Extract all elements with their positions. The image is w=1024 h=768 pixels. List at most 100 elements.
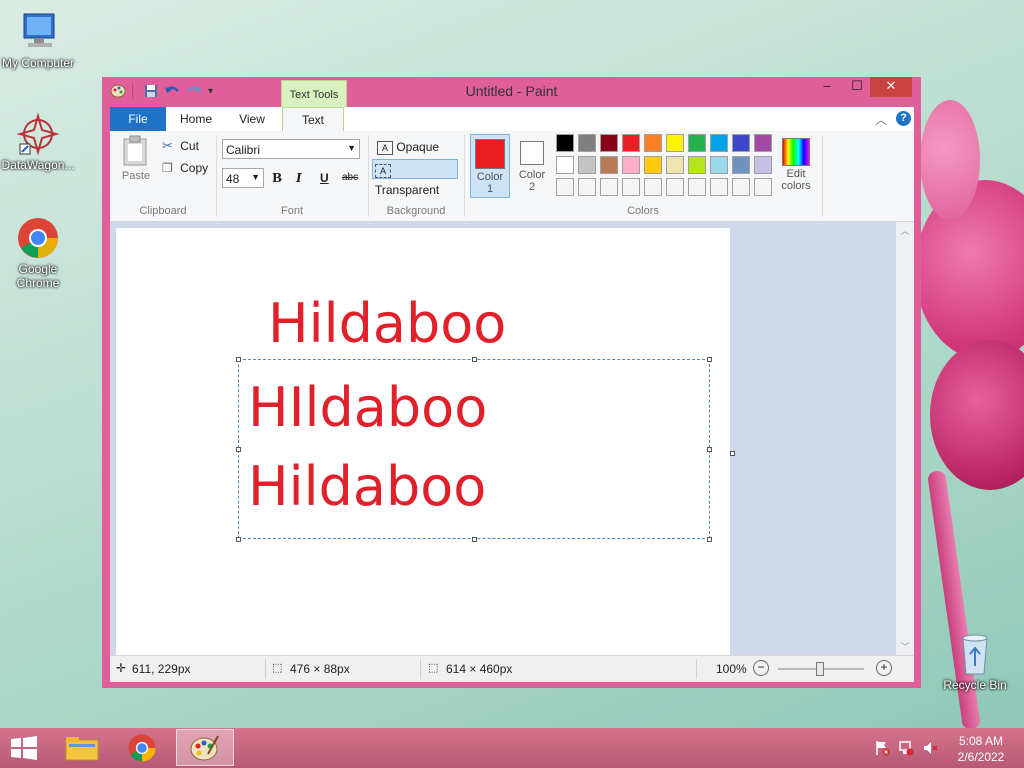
selection-handle[interactable] xyxy=(707,357,712,362)
canvas-resize-handle[interactable] xyxy=(730,451,735,456)
tab-home[interactable]: Home xyxy=(170,107,222,131)
palette-swatch[interactable] xyxy=(732,156,750,174)
palette-swatch[interactable] xyxy=(600,178,618,196)
edit-colors-button[interactable]: Edit colors xyxy=(776,134,816,198)
color1-button[interactable]: Color 1 xyxy=(470,134,510,198)
bold-button[interactable]: B xyxy=(272,171,282,185)
font-family-dropdown[interactable]: Calibri ▼ xyxy=(222,139,360,159)
scissors-icon: ✂ xyxy=(162,138,173,153)
underline-button[interactable]: U xyxy=(320,171,329,185)
window-title: Untitled - Paint xyxy=(465,83,558,99)
selection-handle[interactable] xyxy=(472,357,477,362)
selection-handle[interactable] xyxy=(236,537,241,542)
palette-swatch[interactable] xyxy=(688,134,706,152)
zoom-out-button[interactable]: − xyxy=(753,660,769,676)
colors-group-label: Colors xyxy=(627,205,659,217)
palette-swatch[interactable] xyxy=(666,156,684,174)
clock-date[interactable]: 2/6/2022 xyxy=(946,750,1016,764)
desktop-icon-google-chrome[interactable]: Google Chrome xyxy=(0,216,76,290)
taskbar-paint[interactable] xyxy=(176,729,234,766)
transparent-button[interactable]: A Transparent xyxy=(372,159,458,197)
opaque-button[interactable]: A Opaque xyxy=(374,137,442,157)
italic-button[interactable]: I xyxy=(296,171,302,185)
selection-handle[interactable] xyxy=(707,447,712,452)
paste-label: Paste xyxy=(121,170,151,182)
palette-swatch[interactable] xyxy=(644,134,662,152)
selection-handle[interactable] xyxy=(472,537,477,542)
palette-swatch[interactable] xyxy=(556,134,574,152)
network-icon[interactable] xyxy=(898,740,914,756)
maximize-button[interactable]: ☐ xyxy=(842,77,872,97)
palette-swatch[interactable] xyxy=(754,156,772,174)
paste-button[interactable]: Paste xyxy=(116,135,156,191)
font-size-dropdown[interactable]: 48 ▼ xyxy=(222,168,264,188)
tab-text[interactable]: Text xyxy=(282,107,344,132)
ribbon-tab-strip: File Home View Text ︿ ? xyxy=(110,107,914,132)
palette-swatch[interactable] xyxy=(578,156,596,174)
canvas-viewport[interactable]: Hildaboo HIldaboo Hildaboo ︿ ﹀ xyxy=(110,222,914,655)
palette-swatch[interactable] xyxy=(622,178,640,196)
selection-handle[interactable] xyxy=(707,537,712,542)
image-size-icon: ⬚ xyxy=(428,662,439,674)
tab-view[interactable]: View xyxy=(226,107,278,131)
close-button[interactable]: ✕ xyxy=(870,77,912,97)
paste-icon xyxy=(123,135,147,166)
minimize-button[interactable]: – xyxy=(812,77,842,97)
datawagon-icon xyxy=(16,112,60,156)
action-center-flag-icon[interactable] xyxy=(874,740,890,756)
zoom-slider[interactable] xyxy=(778,662,864,676)
scroll-down-icon[interactable]: ﹀ xyxy=(896,640,914,653)
palette-swatch[interactable] xyxy=(732,134,750,152)
palette-swatch[interactable] xyxy=(556,156,574,174)
font-group-label: Font xyxy=(280,205,303,217)
palette-swatch[interactable] xyxy=(754,134,772,152)
desktop-icon-datawagon[interactable]: DataWagon... xyxy=(0,112,76,172)
zoom-in-button[interactable]: + xyxy=(876,660,892,676)
help-icon[interactable]: ? xyxy=(896,111,911,126)
palette-swatch[interactable] xyxy=(688,156,706,174)
scroll-up-icon[interactable]: ︿ xyxy=(896,224,914,237)
text-selection-box[interactable] xyxy=(238,359,710,539)
palette-swatch[interactable] xyxy=(710,156,728,174)
desktop-icon-label: DataWagon... xyxy=(1,158,75,172)
palette-swatch[interactable] xyxy=(578,134,596,152)
desktop-icon-my-computer[interactable]: My Computer xyxy=(0,10,76,70)
palette-swatch[interactable] xyxy=(622,134,640,152)
minimize-ribbon-icon[interactable]: ︿ xyxy=(875,111,887,128)
palette-swatch[interactable] xyxy=(600,134,618,152)
palette-swatch[interactable] xyxy=(644,156,662,174)
palette-swatch[interactable] xyxy=(556,178,574,196)
cut-button[interactable]: ✂ Cut xyxy=(162,137,199,155)
selection-handle[interactable] xyxy=(236,447,241,452)
palette-swatch[interactable] xyxy=(666,178,684,196)
palette-swatch[interactable] xyxy=(666,134,684,152)
taskbar-chrome[interactable] xyxy=(118,730,166,766)
palette-swatch[interactable] xyxy=(732,178,750,196)
palette-swatch[interactable] xyxy=(710,134,728,152)
zoom-slider-thumb[interactable] xyxy=(816,662,824,676)
clock-time[interactable]: 5:08 AM xyxy=(946,734,1016,748)
strikethrough-button[interactable]: abc xyxy=(342,172,358,183)
taskbar-file-explorer[interactable] xyxy=(58,730,106,766)
palette-swatch[interactable] xyxy=(644,178,662,196)
copy-button[interactable]: ❐ Copy xyxy=(162,159,208,177)
drawing-canvas[interactable]: Hildaboo HIldaboo Hildaboo xyxy=(116,228,730,655)
palette-swatch[interactable] xyxy=(578,178,596,196)
opaque-label: Opaque xyxy=(396,140,440,154)
transparent-icon: A xyxy=(375,164,391,178)
selection-handle[interactable] xyxy=(236,357,241,362)
desktop-icon-recycle-bin[interactable]: Recycle Bin xyxy=(937,632,1013,692)
color2-button[interactable]: Color 2 xyxy=(512,134,552,198)
volume-muted-icon[interactable] xyxy=(922,740,938,756)
palette-swatch[interactable] xyxy=(622,156,640,174)
palette-swatch[interactable] xyxy=(754,178,772,196)
palette-swatch[interactable] xyxy=(688,178,706,196)
palette-swatch[interactable] xyxy=(600,156,618,174)
start-button[interactable] xyxy=(6,734,42,762)
vertical-scrollbar[interactable]: ︿ ﹀ xyxy=(896,222,914,655)
tab-file[interactable]: File xyxy=(110,107,166,131)
color2-swatch xyxy=(520,141,544,165)
title-bar[interactable]: ▾ Text Tools Untitled - Paint – ☐ ✕ xyxy=(102,77,921,107)
palette-swatch[interactable] xyxy=(710,178,728,196)
color1-label: Color xyxy=(476,171,504,183)
